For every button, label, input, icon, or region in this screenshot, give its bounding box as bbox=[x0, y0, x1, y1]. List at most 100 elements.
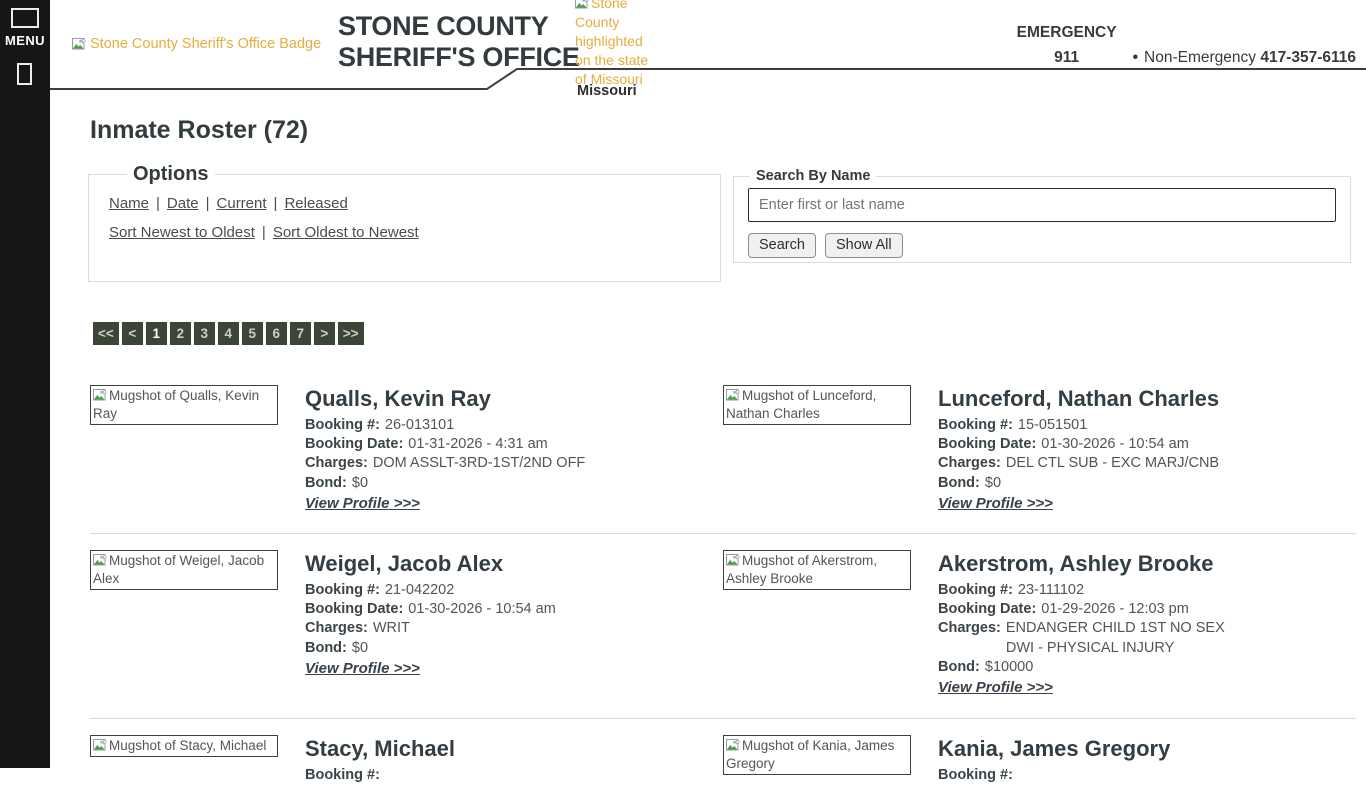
detail-label: Booking Date: bbox=[938, 435, 1036, 454]
search-input[interactable] bbox=[748, 188, 1336, 222]
inmate-name-link[interactable]: Qualls, Kevin Ray bbox=[305, 385, 685, 412]
non-emergency-number: 417-357-6116 bbox=[1260, 49, 1356, 66]
search-legend: Search By Name bbox=[750, 168, 876, 184]
detail-label: Charges: bbox=[938, 454, 1001, 473]
inmate-card: Mugshot of Qualls, Kevin Ray Qualls, Kevi… bbox=[90, 385, 690, 513]
detail-label: Booking #: bbox=[305, 581, 380, 600]
mugshot-alt-text: Mugshot of Kania, James Gregory bbox=[726, 738, 894, 771]
detail-label: Charges: bbox=[305, 619, 368, 638]
row-separator bbox=[90, 718, 1356, 719]
mugshot-image-broken[interactable]: Mugshot of Lunceford, Nathan Charles bbox=[723, 385, 911, 425]
inmate-detail-row: Booking Date:01-31-2026 - 4:31 am bbox=[305, 435, 685, 454]
view-profile-link[interactable]: View Profile >>> bbox=[938, 679, 1053, 696]
filter-link-current[interactable]: Current bbox=[217, 195, 267, 212]
map-alt-text: Stone County highlighted on the state of… bbox=[575, 0, 648, 87]
mugshot-alt-text: Mugshot of Stacy, Michael bbox=[109, 738, 266, 753]
sort-link-sort-newest-to-oldest[interactable]: Sort Newest to Oldest bbox=[109, 224, 255, 241]
inmate-info: Stacy, Michael Booking #: bbox=[305, 735, 685, 785]
pipe-separator: | bbox=[274, 195, 278, 212]
page-button-5[interactable]: 5 bbox=[242, 322, 263, 345]
inmate-card: Mugshot of Lunceford, Nathan Charles Lunc… bbox=[723, 385, 1323, 513]
mugshot-image-broken[interactable]: Mugshot of Qualls, Kevin Ray bbox=[90, 385, 278, 425]
site-title-line1: STONE COUNTY bbox=[338, 11, 548, 41]
site-title[interactable]: STONE COUNTY SHERIFF'S OFFICE bbox=[338, 11, 580, 73]
sort-link-sort-oldest-to-newest[interactable]: Sort Oldest to Newest bbox=[273, 224, 419, 241]
pipe-separator: | bbox=[156, 195, 160, 212]
filter-link-date[interactable]: Date bbox=[167, 195, 199, 212]
detail-value: $0 bbox=[352, 474, 368, 493]
broken-image-icon bbox=[72, 38, 86, 50]
inmate-detail-row: Booking #:23-111102 bbox=[938, 581, 1318, 600]
inmate-info: Lunceford, Nathan Charles Booking #:15-05… bbox=[938, 385, 1318, 513]
inmate-card: Mugshot of Kania, James Gregory Kania, Ja… bbox=[723, 735, 1323, 785]
detail-value: 15-051501 bbox=[1018, 416, 1087, 435]
detail-value: 01-30-2026 - 10:54 am bbox=[1041, 435, 1189, 454]
detail-value: $0 bbox=[352, 639, 368, 658]
inmate-info: Kania, James Gregory Booking #: bbox=[938, 735, 1318, 785]
mugshot-image-broken[interactable]: Mugshot of Stacy, Michael bbox=[90, 735, 278, 757]
inmate-detail-row: Bond:$0 bbox=[305, 639, 685, 658]
detail-label: Booking #: bbox=[305, 416, 380, 435]
filter-link-released[interactable]: Released bbox=[284, 195, 347, 212]
inmate-card: Mugshot of Weigel, Jacob Alex Weigel, Jac… bbox=[90, 550, 690, 678]
detail-label: Booking #: bbox=[305, 766, 380, 785]
inmate-detail-row: Charges:DOM ASSLT-3RD-1ST/2ND OFF bbox=[305, 454, 685, 473]
view-profile-link[interactable]: View Profile >>> bbox=[305, 660, 420, 677]
inmate-card: Mugshot of Akerstrom, Ashley Brooke Akers… bbox=[723, 550, 1323, 697]
inmate-info: Qualls, Kevin Ray Booking #: 26-013101Book… bbox=[305, 385, 685, 513]
inmate-detail-row: Booking #: bbox=[938, 766, 1318, 785]
inmate-name-link[interactable]: Lunceford, Nathan Charles bbox=[938, 385, 1318, 412]
mugshot-alt-text: Mugshot of Weigel, Jacob Alex bbox=[93, 553, 264, 586]
detail-value: 26-013101 bbox=[385, 416, 454, 435]
detail-value: 01-29-2026 - 12:03 pm bbox=[1041, 600, 1189, 619]
inmate-name-link[interactable]: Kania, James Gregory bbox=[938, 735, 1318, 762]
view-profile-link[interactable]: View Profile >>> bbox=[938, 495, 1053, 512]
search-button[interactable]: Search bbox=[748, 233, 816, 258]
filter-link-name[interactable]: Name bbox=[109, 195, 149, 212]
page-button-nextnext[interactable]: >> bbox=[338, 322, 364, 345]
emergency-contact-block: EMERGENCY 911 •Non-Emergency 417-357-611… bbox=[1017, 24, 1356, 67]
page-button-3[interactable]: 3 bbox=[194, 322, 215, 345]
mugshot-image-broken[interactable]: Mugshot of Weigel, Jacob Alex bbox=[90, 550, 278, 590]
page-button-4[interactable]: 4 bbox=[218, 322, 239, 345]
detail-label: Bond: bbox=[305, 474, 347, 493]
hamburger-menu-icon[interactable] bbox=[11, 8, 39, 28]
badge-alt-text: Stone County Sheriff's Office Badge bbox=[90, 36, 321, 52]
inmate-detail-row: Booking #:15-051501 bbox=[938, 416, 1318, 435]
pipe-separator: | bbox=[206, 195, 210, 212]
page-button-prev[interactable]: < bbox=[122, 322, 143, 345]
inmate-name-link[interactable]: Akerstrom, Ashley Brooke bbox=[938, 550, 1318, 577]
detail-value: 21-042202 bbox=[385, 581, 454, 600]
detail-value: WRIT bbox=[373, 619, 410, 638]
inmate-name-link[interactable]: Weigel, Jacob Alex bbox=[305, 550, 685, 577]
bullet-separator: • bbox=[1133, 49, 1138, 66]
view-profile-link[interactable]: View Profile >>> bbox=[305, 495, 420, 512]
mugshot-image-broken[interactable]: Mugshot of Kania, James Gregory bbox=[723, 735, 911, 775]
inmate-detail-row: Booking #: 26-013101 bbox=[305, 416, 685, 435]
menu-label[interactable]: MENU bbox=[0, 33, 50, 48]
pipe-separator: | bbox=[262, 224, 266, 241]
show-all-button[interactable]: Show All bbox=[825, 233, 903, 258]
inmate-detail-row: Charges:DEL CTL SUB - EXC MARJ/CNB bbox=[938, 454, 1318, 473]
detail-label: Booking Date: bbox=[305, 600, 403, 619]
detail-label: Booking Date: bbox=[305, 435, 403, 454]
detail-value: DOM ASSLT-3RD-1ST/2ND OFF bbox=[373, 454, 585, 473]
page-button-next[interactable]: > bbox=[314, 322, 335, 345]
sidebar-glyph-icon[interactable] bbox=[17, 63, 32, 85]
emergency-number: 911 bbox=[1054, 49, 1079, 67]
detail-label: Booking Date: bbox=[938, 600, 1036, 619]
page-button-6[interactable]: 6 bbox=[266, 322, 287, 345]
mugshot-alt-text: Mugshot of Qualls, Kevin Ray bbox=[93, 388, 259, 421]
page-button-2[interactable]: 2 bbox=[170, 322, 191, 345]
page-button-prevprev[interactable]: << bbox=[93, 322, 119, 345]
inmate-detail-row: Booking Date:01-30-2026 - 10:54 am bbox=[305, 600, 685, 619]
inmate-detail-row: Bond: $0 bbox=[305, 474, 685, 493]
detail-value: ENDANGER CHILD 1ST NO SEXDWI - PHYSICAL … bbox=[1006, 619, 1225, 657]
broken-image-icon bbox=[726, 389, 740, 401]
page-button-7[interactable]: 7 bbox=[290, 322, 311, 345]
mugshot-image-broken[interactable]: Mugshot of Akerstrom, Ashley Brooke bbox=[723, 550, 911, 590]
sheriff-badge-image-broken[interactable]: Stone County Sheriff's Office Badge bbox=[72, 36, 321, 52]
detail-label: Bond: bbox=[938, 474, 980, 493]
page-button-1[interactable]: 1 bbox=[146, 322, 167, 345]
inmate-name-link[interactable]: Stacy, Michael bbox=[305, 735, 685, 762]
